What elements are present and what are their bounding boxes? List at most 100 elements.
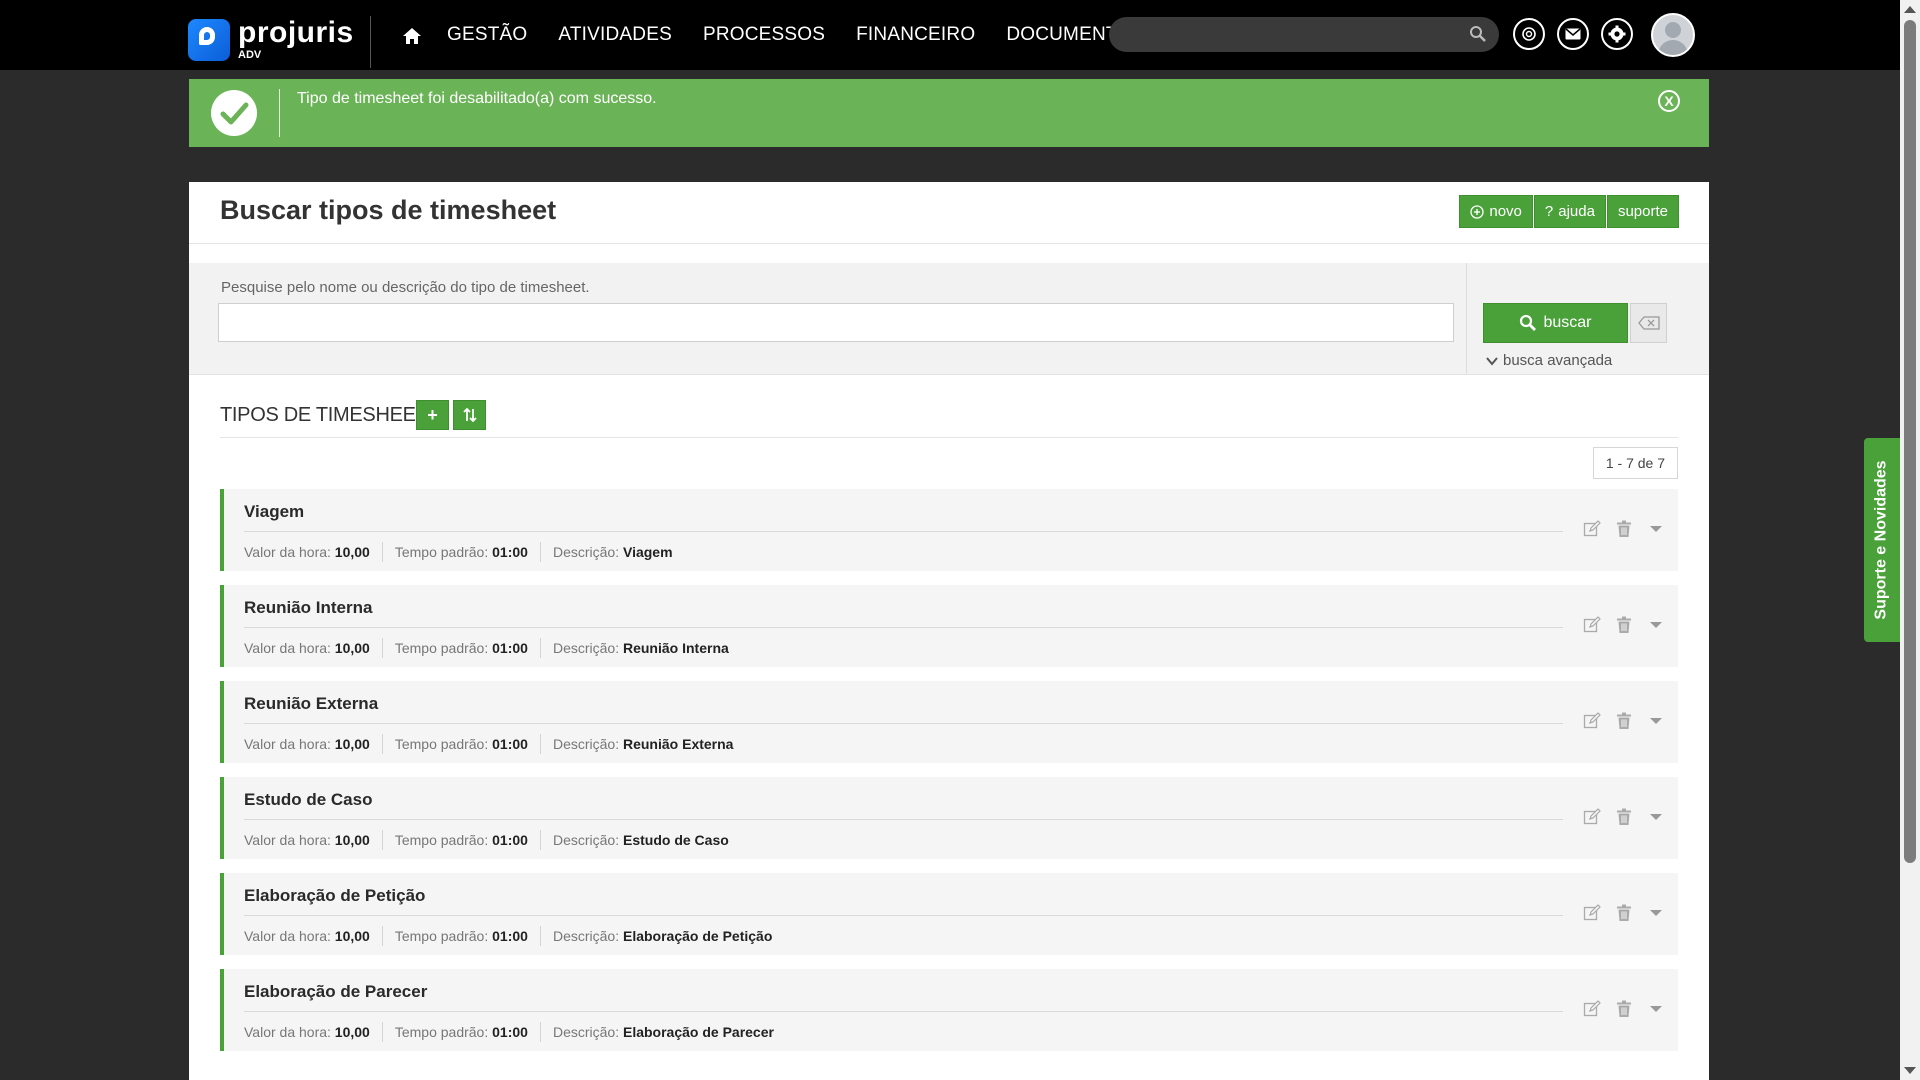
item-title[interactable]: Reunião Interna: [244, 598, 372, 618]
support-news-label: Suporte e Novidades: [1873, 460, 1890, 620]
search-icon[interactable]: [1469, 25, 1487, 43]
item-meta: Valor da hora: 10,00 Tempo padrão: 01:00…: [244, 830, 729, 850]
descricao-value: Estudo de Caso: [622, 832, 729, 848]
meta-divider: [539, 638, 541, 658]
list-item[interactable]: Reunião Externa Valor da hora: 10,00 Tem…: [220, 681, 1678, 763]
edit-icon[interactable]: [1582, 519, 1602, 539]
page-title: Buscar tipos de timesheet: [220, 195, 557, 225]
caret-down-icon[interactable]: [1646, 807, 1666, 827]
tempo-value: 01:00: [492, 736, 528, 752]
alert-divider: [279, 89, 280, 137]
descricao-label: Descrição:: [552, 640, 620, 656]
tempo-value: 01:00: [492, 544, 528, 560]
pagination-info: 1 - 7 de 7: [1592, 447, 1678, 479]
tempo-value: 01:00: [492, 640, 528, 656]
scroll-thumb[interactable]: [1904, 20, 1916, 863]
nav-atividades[interactable]: ATIVIDADES: [558, 24, 672, 46]
caret-down-icon[interactable]: [1646, 711, 1666, 731]
gear-icon[interactable]: [1601, 18, 1633, 50]
scroll-up-arrow-icon[interactable]: [1904, 6, 1916, 13]
novo-button[interactable]: novo: [1459, 195, 1533, 228]
nav-processos[interactable]: PROCESSOS: [703, 24, 825, 46]
page-scrollbar[interactable]: [1900, 0, 1920, 1080]
trash-icon[interactable]: [1614, 519, 1634, 539]
item-meta: Valor da hora: 10,00 Tempo padrão: 01:00…: [244, 734, 733, 754]
item-title[interactable]: Elaboração de Parecer: [244, 982, 427, 1002]
list-item[interactable]: Estudo de Caso Valor da hora: 10,00 Temp…: [220, 777, 1678, 859]
edit-icon[interactable]: [1582, 999, 1602, 1019]
openai-icon[interactable]: [1513, 18, 1545, 50]
edit-icon[interactable]: [1582, 711, 1602, 731]
item-divider: [244, 531, 1563, 532]
tempo-label: Tempo padrão:: [394, 1024, 489, 1040]
valor-value: 10,00: [334, 736, 370, 752]
suporte-button[interactable]: suporte: [1606, 195, 1679, 228]
item-title[interactable]: Reunião Externa: [244, 694, 378, 714]
descricao-label: Descrição:: [552, 928, 620, 944]
nav-financeiro[interactable]: FINANCEIRO: [856, 24, 975, 46]
edit-icon[interactable]: [1582, 903, 1602, 923]
descricao-label: Descrição:: [552, 832, 620, 848]
valor-label: Valor da hora:: [244, 736, 331, 752]
item-title[interactable]: Estudo de Caso: [244, 790, 372, 810]
item-meta: Valor da hora: 10,00 Tempo padrão: 01:00…: [244, 1022, 774, 1042]
list-item[interactable]: Elaboração de Parecer Valor da hora: 10,…: [220, 969, 1678, 1051]
item-title[interactable]: Elaboração de Petição: [244, 886, 425, 906]
support-news-tab[interactable]: Suporte e Novidades: [1864, 438, 1900, 642]
logo-icon: [188, 18, 230, 61]
list-item[interactable]: Elaboração de Petição Valor da hora: 10,…: [220, 873, 1678, 955]
trash-icon[interactable]: [1614, 999, 1634, 1019]
buscar-button[interactable]: buscar: [1483, 303, 1628, 343]
edit-icon[interactable]: [1582, 807, 1602, 827]
trash-icon[interactable]: [1614, 615, 1634, 635]
item-title[interactable]: Viagem: [244, 502, 304, 522]
scroll-down-arrow-icon[interactable]: [1904, 1067, 1916, 1074]
busca-avancada-link[interactable]: busca avançada: [1486, 352, 1612, 369]
sort-button[interactable]: [453, 400, 486, 430]
trash-icon[interactable]: [1614, 903, 1634, 923]
meta-divider: [539, 542, 541, 562]
descricao-label: Descrição:: [552, 736, 620, 752]
descricao-label: Descrição:: [552, 544, 620, 560]
home-icon[interactable]: [402, 26, 422, 46]
valor-label: Valor da hora:: [244, 544, 331, 560]
avatar[interactable]: [1651, 13, 1695, 57]
meta-divider: [381, 638, 383, 658]
search-label: Pesquise pelo nome ou descrição do tipo …: [221, 279, 590, 296]
item-actions: [1582, 807, 1666, 827]
global-search-input[interactable]: [1109, 17, 1499, 52]
search-input[interactable]: [218, 303, 1454, 342]
caret-down-icon[interactable]: [1646, 519, 1666, 539]
mail-icon[interactable]: [1557, 18, 1589, 50]
plus-icon: +: [427, 404, 438, 425]
meta-divider: [381, 1022, 383, 1042]
logo[interactable]: projuris ADV: [188, 18, 354, 61]
tempo-label: Tempo padrão:: [394, 736, 489, 752]
edit-icon[interactable]: [1582, 615, 1602, 635]
valor-label: Valor da hora:: [244, 832, 331, 848]
valor-value: 10,00: [334, 1024, 370, 1040]
valor-value: 10,00: [334, 928, 370, 944]
item-actions: [1582, 615, 1666, 635]
ajuda-button[interactable]: ? ajuda: [1533, 195, 1606, 228]
caret-down-icon[interactable]: [1646, 999, 1666, 1019]
valor-label: Valor da hora:: [244, 640, 331, 656]
nav-gestao[interactable]: GESTÃO: [447, 24, 527, 46]
valor-value: 10,00: [334, 640, 370, 656]
tempo-value: 01:00: [492, 832, 528, 848]
sort-icon: [462, 407, 477, 423]
caret-down-icon[interactable]: [1646, 903, 1666, 923]
trash-icon[interactable]: [1614, 711, 1634, 731]
valor-value: 10,00: [334, 832, 370, 848]
clear-search-button[interactable]: [1630, 303, 1667, 343]
caret-down-icon[interactable]: [1646, 615, 1666, 635]
valor-value: 10,00: [334, 544, 370, 560]
list-item[interactable]: Viagem Valor da hora: 10,00 Tempo padrão…: [220, 489, 1678, 571]
descricao-value: Viagem: [622, 544, 673, 560]
list-item[interactable]: Reunião Interna Valor da hora: 10,00 Tem…: [220, 585, 1678, 667]
tempo-label: Tempo padrão:: [394, 928, 489, 944]
alert-close-button[interactable]: X: [1658, 90, 1680, 112]
add-button[interactable]: +: [416, 400, 449, 430]
trash-icon[interactable]: [1614, 807, 1634, 827]
meta-divider: [539, 734, 541, 754]
